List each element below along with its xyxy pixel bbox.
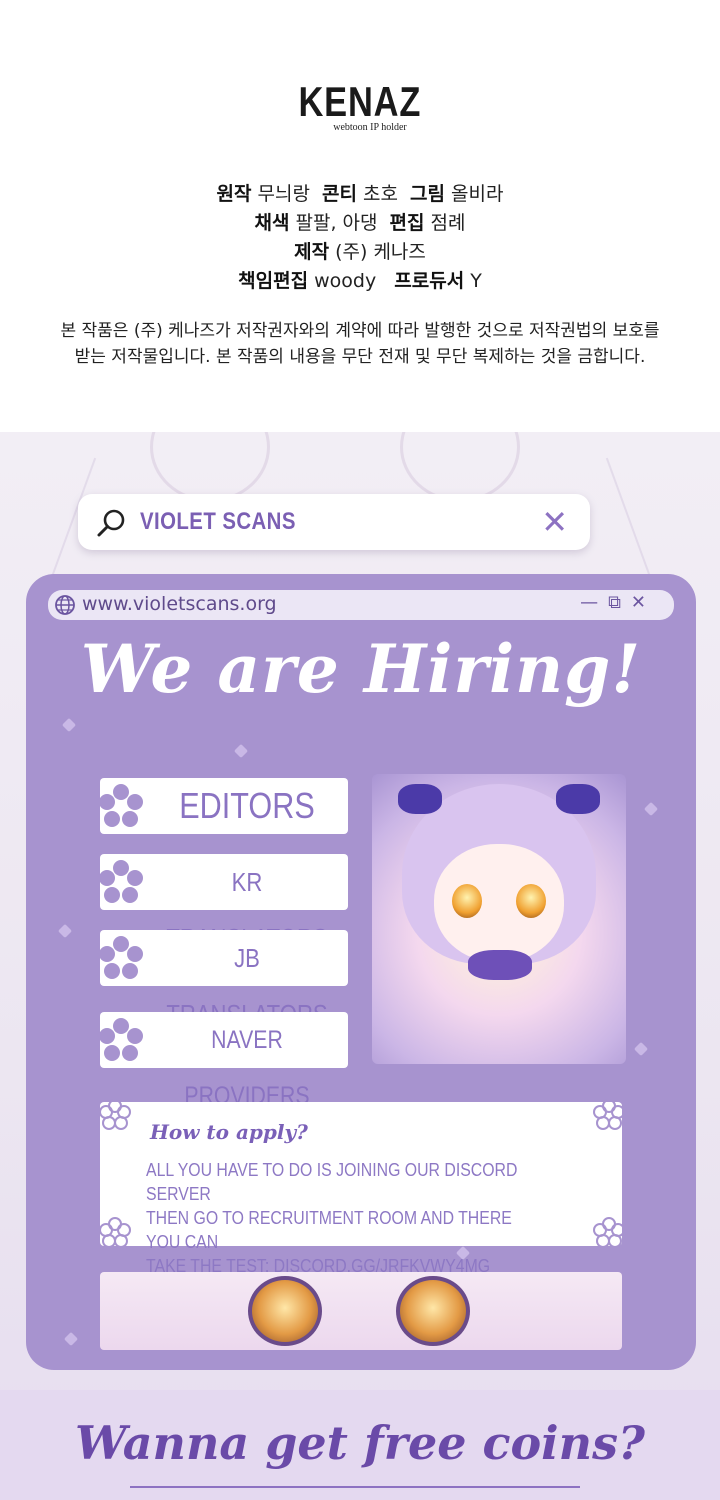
- character-eye: [516, 884, 546, 918]
- hiring-title: We are Hiring!: [80, 630, 642, 708]
- credit-role: 프로듀서: [394, 270, 465, 292]
- character-eye: [248, 1276, 322, 1346]
- recruitment-banner: VIOLET SCANS ✕ www.violetscans.org —⧉✕ W…: [0, 432, 720, 1500]
- flower-icon: [99, 1018, 143, 1061]
- role-label: KR TRANSLATORS: [166, 867, 327, 953]
- credit-name: Y: [470, 270, 482, 292]
- browser-url-bar[interactable]: www.violetscans.org —⧉✕: [48, 590, 674, 620]
- close-icon[interactable]: ✕: [541, 504, 568, 540]
- url-text: www.violetscans.org: [82, 593, 277, 615]
- ribbon-left: [398, 784, 442, 814]
- notice-line: 본 작품은 (주) 케나즈가 저작권자와의 계약에 따라 발행한 것으로 저작권…: [60, 321, 660, 341]
- credit-role: 콘티: [322, 183, 357, 205]
- flower-icon: [99, 784, 143, 827]
- credit-name: woody: [314, 270, 377, 292]
- credit-line: 원작 무늬랑 콘티 초호 그림 올비라: [0, 180, 720, 209]
- credit-line: 제작 (주) 케나즈: [0, 238, 720, 267]
- background-eye-decoration: [150, 432, 270, 502]
- character-eyes-strip: [100, 1272, 622, 1350]
- credit-lines: 원작 무늬랑 콘티 초호 그림 올비라 채색 팔팔, 아댕 편집 점례 제작 (…: [0, 180, 720, 296]
- role-jb-translators[interactable]: JB TRANSLATORS: [99, 930, 348, 1029]
- credit-name: 팔팔, 아댕: [295, 212, 378, 234]
- role-label: JB TRANSLATORS: [166, 943, 327, 1029]
- kenaz-logo: KENAZ webtoon IP holder: [0, 78, 720, 134]
- globe-icon: [55, 595, 75, 615]
- divider: [130, 1486, 580, 1488]
- sparkle-decoration: [233, 743, 249, 759]
- credit-line: 책임편집 woody 프로듀서 Y: [0, 267, 720, 296]
- how-to-apply-title: How to apply?: [150, 1120, 308, 1144]
- credit-role: 책임편집: [238, 270, 309, 292]
- sparkle-decoration: [643, 801, 659, 817]
- notice-line: 받는 저작물입니다. 본 작품의 내용을 무단 전재 및 무단 복제하는 것을 …: [74, 347, 646, 367]
- credit-role: 그림: [410, 183, 445, 205]
- character-portrait: [372, 774, 626, 1064]
- search-icon: [97, 509, 125, 537]
- background-eye-decoration: [400, 432, 520, 502]
- character-eye: [396, 1276, 470, 1346]
- flower-icon: [99, 1099, 131, 1130]
- search-query[interactable]: VIOLET SCANS: [140, 508, 296, 536]
- credit-name: 무늬랑: [257, 183, 310, 205]
- credit-role: 채색: [254, 212, 290, 234]
- credit-name: 올비라: [451, 183, 504, 205]
- how-to-apply-text: ALL YOU HAVE TO DO IS JOINING OUR DISCOR…: [146, 1158, 533, 1278]
- flower-icon: [99, 1217, 131, 1248]
- credit-role: 제작: [294, 241, 330, 263]
- copyright-notice: 본 작품은 (주) 케나즈가 저작권자와의 계약에 따라 발행한 것으로 저작권…: [0, 318, 720, 370]
- search-bar[interactable]: VIOLET SCANS ✕: [78, 494, 590, 550]
- flower-icon: [99, 860, 143, 903]
- role-kr-translators[interactable]: KR TRANSLATORS: [99, 854, 348, 953]
- window-controls[interactable]: —⧉✕: [580, 592, 656, 613]
- role-naver-providers[interactable]: NAVER PROVIDERS: [99, 1012, 348, 1110]
- logo-wordmark: KENAZ: [298, 78, 422, 125]
- character-eye: [452, 884, 482, 918]
- flower-icon: [99, 936, 143, 979]
- sparkle-decoration: [61, 717, 77, 733]
- howto-line: ALL YOU HAVE TO DO IS JOINING OUR DISCOR…: [146, 1160, 518, 1204]
- howto-line: THEN GO TO RECRUITMENT ROOM AND THERE YO…: [146, 1208, 512, 1252]
- role-label: EDITORS: [179, 785, 315, 826]
- free-coins-title: Wanna get free coins?: [75, 1416, 645, 1470]
- sparkle-decoration: [57, 923, 73, 939]
- sparkle-decoration: [63, 1331, 79, 1347]
- flower-icon: [593, 1217, 625, 1248]
- sparkle-decoration: [633, 1041, 649, 1057]
- hiring-panel: www.violetscans.org —⧉✕ We are Hiring! E…: [26, 574, 696, 1370]
- ribbon-right: [556, 784, 600, 814]
- credit-role: 편집: [389, 212, 425, 234]
- credit-name: (주) 케나즈: [335, 241, 426, 263]
- role-label: NAVER PROVIDERS: [184, 1026, 310, 1110]
- credit-name: 점례: [430, 212, 466, 234]
- credit-line: 채색 팔팔, 아댕 편집 점례: [0, 209, 720, 238]
- credit-role: 원작: [216, 183, 252, 205]
- flower-icon: [593, 1099, 625, 1130]
- credit-name: 초호: [363, 183, 398, 205]
- credits-section: KENAZ webtoon IP holder 원작 무늬랑 콘티 초호 그림 …: [0, 0, 720, 432]
- free-coins-banner: Wanna get free coins?: [0, 1390, 720, 1500]
- how-to-apply-box: How to apply? ALL YOU HAVE TO DO IS JOIN…: [99, 1099, 625, 1276]
- character-bow: [468, 950, 532, 980]
- role-editors[interactable]: EDITORS: [99, 778, 348, 834]
